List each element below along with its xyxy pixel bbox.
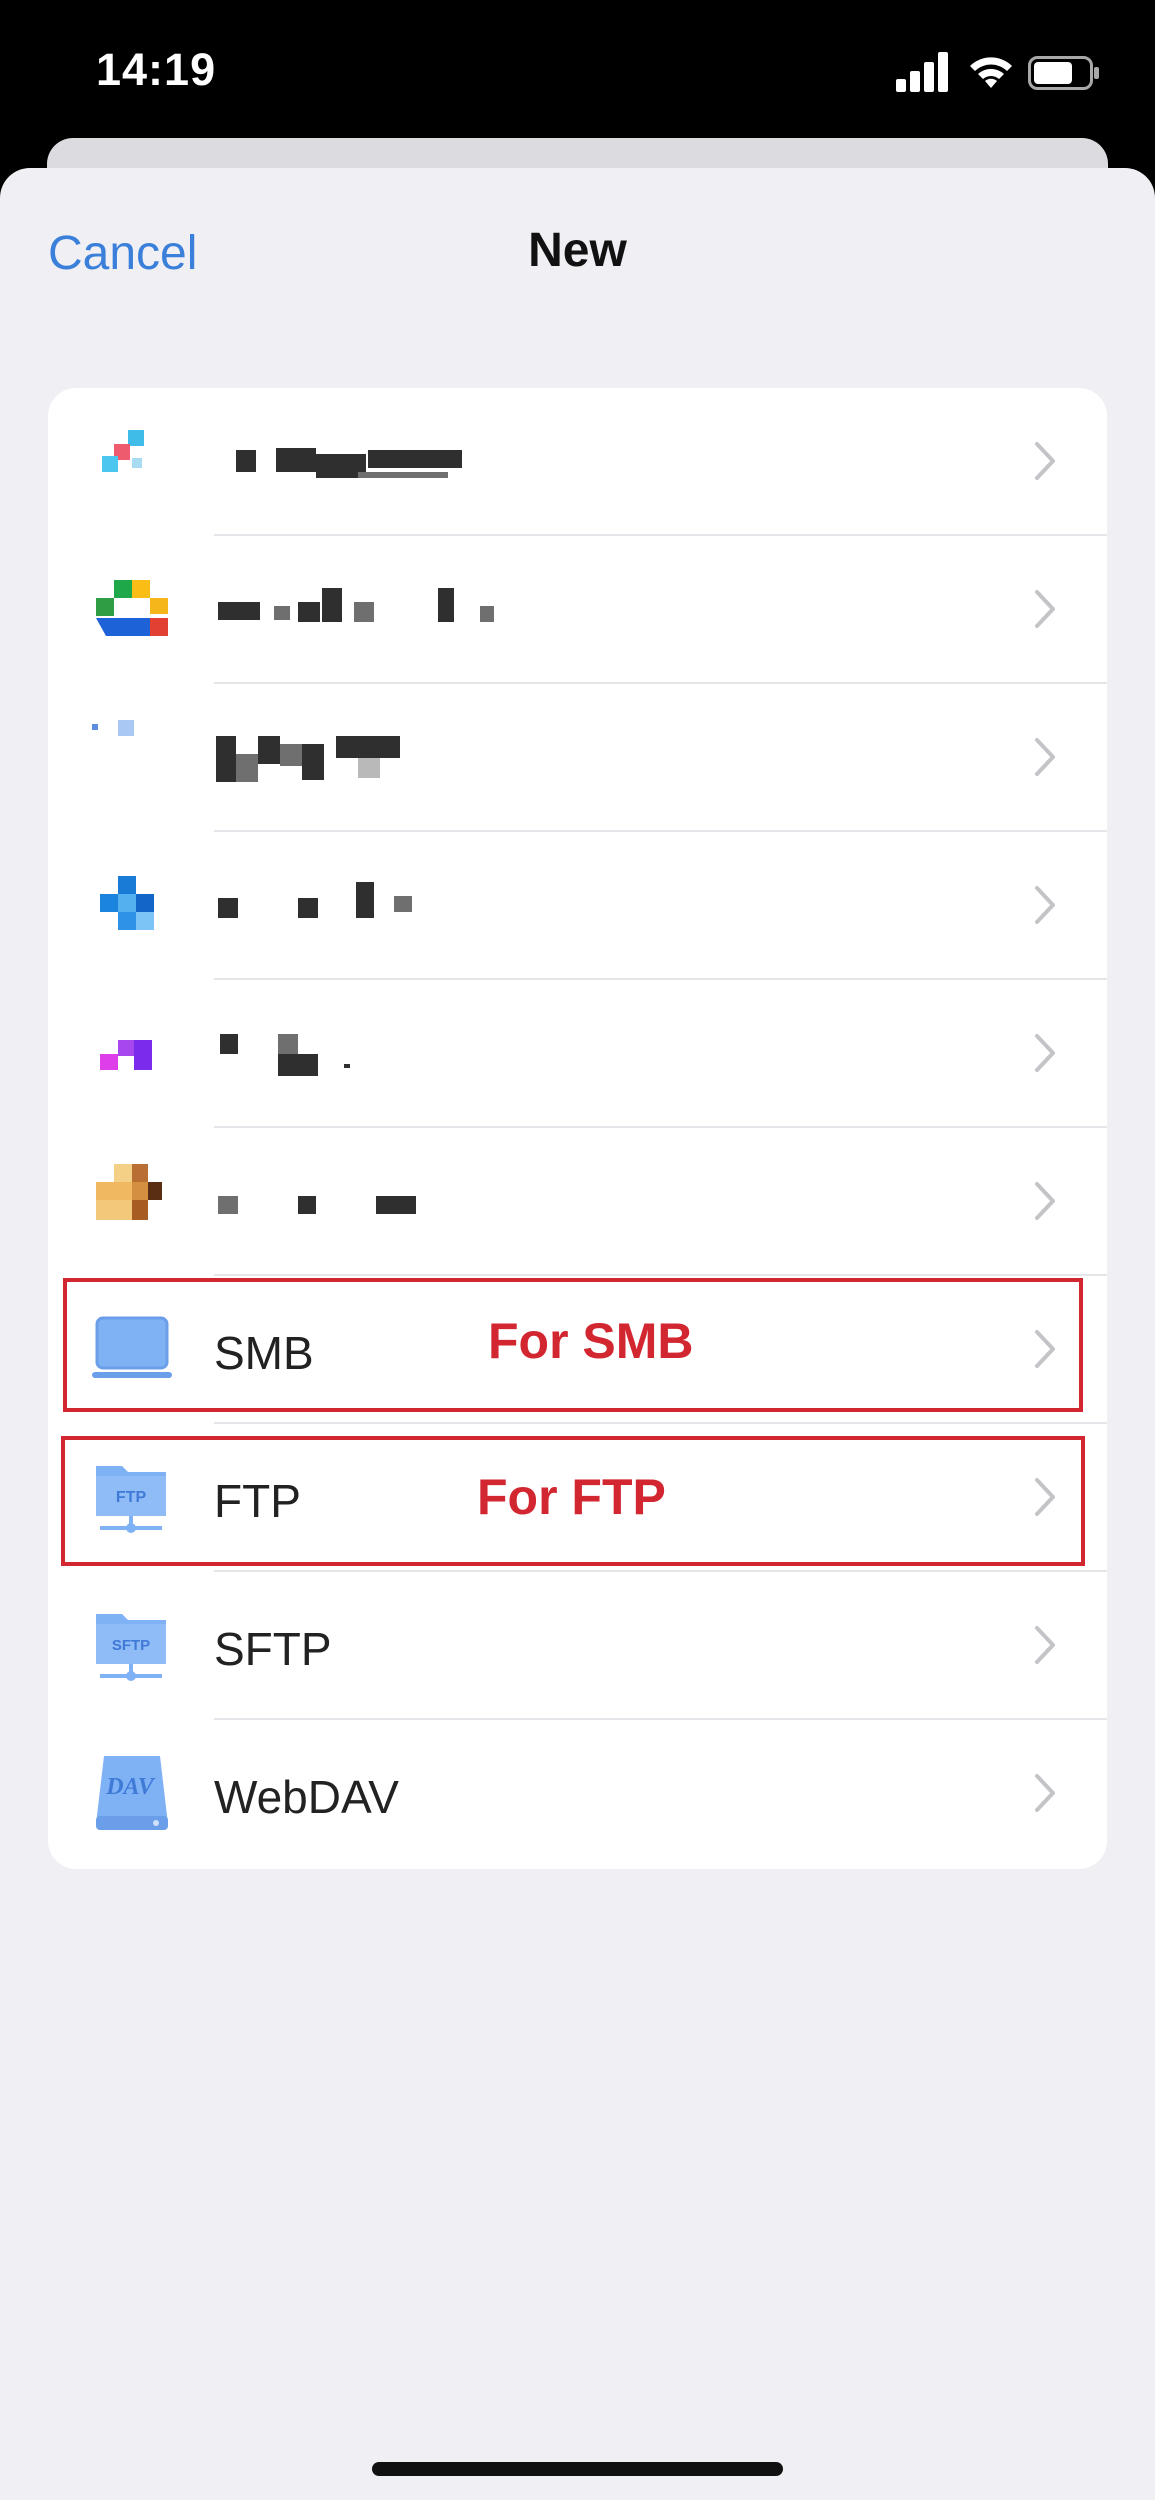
service-row-3[interactable] bbox=[48, 684, 1107, 832]
app-icon-3 bbox=[92, 720, 134, 736]
service-label-webdav: WebDAV bbox=[214, 1771, 399, 1823]
app-icon-5 bbox=[100, 1040, 152, 1070]
chevron-right-icon bbox=[1035, 1182, 1055, 1220]
service-row-webdav[interactable]: DAV WebDAV bbox=[48, 1720, 1107, 1868]
status-time: 14:19 bbox=[96, 44, 217, 95]
webdav-drive-icon: DAV bbox=[96, 1756, 168, 1830]
service-row-5[interactable] bbox=[48, 980, 1107, 1128]
app-icon-4 bbox=[100, 876, 154, 930]
service-row-sftp[interactable]: SFTP SFTP bbox=[48, 1572, 1107, 1720]
chevron-right-icon bbox=[1035, 1626, 1055, 1664]
chevron-right-icon bbox=[1035, 886, 1055, 924]
chevron-right-icon bbox=[1035, 1774, 1055, 1812]
service-row-1[interactable] bbox=[48, 388, 1107, 536]
app-icon-6 bbox=[96, 1164, 162, 1220]
chevron-right-icon bbox=[1035, 442, 1055, 480]
service-label-sftp: SFTP bbox=[214, 1623, 332, 1675]
app-icon-2 bbox=[96, 580, 168, 636]
app-icon-1 bbox=[102, 430, 144, 472]
service-row-4[interactable] bbox=[48, 832, 1107, 980]
smb-annotation: For SMB bbox=[488, 1313, 694, 1369]
new-sheet: Cancel New SMB FTP FTP SFTP SFTP DAV Web… bbox=[0, 168, 1155, 2500]
service-list: SMB FTP FTP SFTP SFTP DAV WebDAV bbox=[48, 388, 1107, 1869]
status-bar: 14:19 bbox=[0, 0, 1155, 150]
service-row-2[interactable] bbox=[48, 536, 1107, 684]
cellular-signal-icon bbox=[896, 52, 950, 92]
chevron-right-icon bbox=[1035, 738, 1055, 776]
chevron-right-icon bbox=[1035, 1034, 1055, 1072]
svg-text:SFTP: SFTP bbox=[112, 1637, 150, 1654]
ftp-annotation: For FTP bbox=[477, 1469, 666, 1525]
battery-icon bbox=[1028, 56, 1099, 90]
service-row-6[interactable] bbox=[48, 1128, 1107, 1276]
chevron-right-icon bbox=[1035, 590, 1055, 628]
wifi-icon bbox=[970, 57, 1012, 88]
sftp-folder-icon: SFTP bbox=[96, 1614, 166, 1681]
home-indicator bbox=[372, 2462, 783, 2476]
sheet-title: New bbox=[528, 224, 627, 277]
svg-text:DAV: DAV bbox=[105, 1774, 156, 1800]
